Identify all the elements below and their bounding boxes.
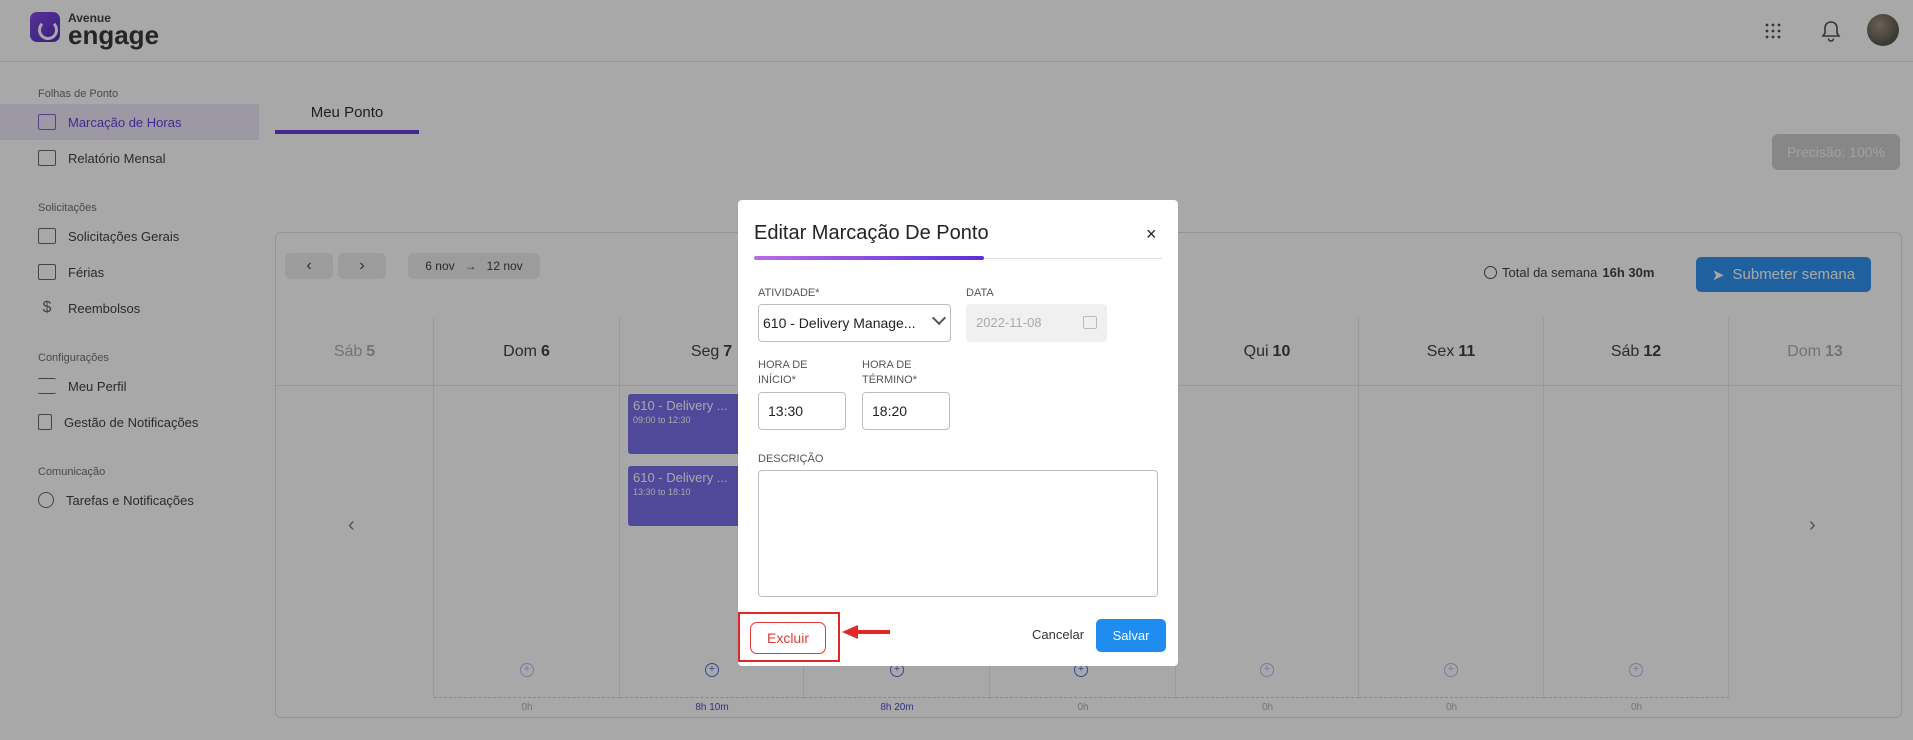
- end-time-value: 18:20: [872, 403, 908, 419]
- title-underline: [754, 256, 984, 260]
- edit-time-entry-modal: Editar Marcação De Ponto × ATIVIDADE* 61…: [738, 200, 1178, 666]
- delete-button[interactable]: Excluir: [750, 622, 826, 654]
- end-time-input[interactable]: 18:20: [862, 392, 950, 430]
- start-time-input[interactable]: 13:30: [758, 392, 846, 430]
- annotation-arrow-icon: [842, 625, 890, 639]
- start-time-value: 13:30: [768, 403, 804, 419]
- date-field: 2022-11-08: [966, 304, 1107, 342]
- activity-value: 610 - Delivery Manage...: [763, 315, 916, 331]
- activity-label: ATIVIDADE*: [758, 287, 820, 299]
- save-button[interactable]: Salvar: [1096, 619, 1166, 652]
- date-label: DATA: [966, 287, 994, 299]
- end-time-label: HORA DE TÉRMINO*: [862, 359, 917, 386]
- close-icon[interactable]: ×: [1146, 224, 1157, 245]
- activity-select[interactable]: 610 - Delivery Manage...: [758, 304, 951, 342]
- chevron-down-icon: [931, 310, 947, 326]
- cancel-button[interactable]: Cancelar: [1032, 627, 1084, 642]
- description-label: DESCRIÇÃO: [758, 453, 824, 465]
- modal-title: Editar Marcação De Ponto: [754, 222, 989, 244]
- calendar-icon: [1083, 316, 1097, 329]
- description-textarea[interactable]: [758, 470, 1158, 597]
- date-value: 2022-11-08: [976, 315, 1042, 330]
- start-time-label: HORA DE INÍCIO*: [758, 359, 808, 386]
